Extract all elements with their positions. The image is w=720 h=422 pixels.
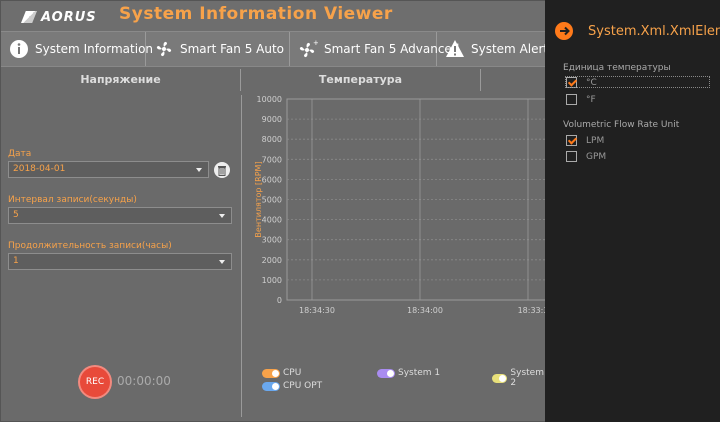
y-tick-label: 5000 xyxy=(262,196,282,205)
fan-icon xyxy=(154,39,174,59)
tab-smart-fan-auto[interactable]: Smart Fan 5 Auto xyxy=(146,32,290,66)
aorus-logo: AORUS xyxy=(21,9,107,25)
interval-select[interactable]: 5 xyxy=(8,207,232,224)
y-tick-label: 4000 xyxy=(262,216,282,225)
toggle-icon[interactable] xyxy=(262,381,280,391)
aorus-eagle-icon xyxy=(21,11,37,23)
back-arrow-icon[interactable] xyxy=(555,22,573,40)
flow-option-gpm[interactable]: GPM xyxy=(566,151,606,162)
flyout-title: System.Xml.XmlElem xyxy=(588,24,720,39)
interval-value: 5 xyxy=(13,210,19,220)
toggle-icon[interactable] xyxy=(492,373,508,383)
tab-label: Smart Fan 5 Auto xyxy=(180,42,284,56)
interval-label: Интервал записи(секунды) xyxy=(8,195,137,205)
voltage-header[interactable]: Напряжение xyxy=(1,69,241,91)
option-label: °F xyxy=(586,94,596,105)
toggle-icon[interactable] xyxy=(262,368,280,378)
flow-unit-label: Volumetric Flow Rate Unit xyxy=(563,120,680,130)
y-tick-label: 1000 xyxy=(262,276,282,285)
chevron-down-icon xyxy=(219,214,225,218)
x-tick-label: 18:34:30 xyxy=(299,306,335,315)
duration-label: Продолжительность записи(часы) xyxy=(8,241,172,251)
temp-option-fahrenheit[interactable]: °F xyxy=(566,94,596,105)
option-label: GPM xyxy=(586,151,607,162)
svg-text:+: + xyxy=(313,39,318,47)
record-timer: 00:00:00 xyxy=(117,374,171,388)
checkbox[interactable] xyxy=(566,151,577,162)
date-picker[interactable]: 2018-04-01 xyxy=(8,161,209,178)
checkbox[interactable] xyxy=(566,135,577,146)
date-value: 2018-04-01 xyxy=(13,164,66,174)
legend-cpu[interactable]: CPU xyxy=(262,368,301,378)
legend-label: CPU xyxy=(283,368,302,378)
date-label: Дата xyxy=(8,149,32,159)
y-tick-label: 2000 xyxy=(262,256,282,265)
y-axis-label: Вентилятор [RPM] xyxy=(254,161,263,237)
fan-chart: 10000 9000 8000 7000 6000 5000 4000 3000 2000 100… xyxy=(242,95,548,417)
tab-system-alert[interactable]: System Alert xyxy=(437,32,549,66)
main-tabs: System Information Smart Fan 5 Auto + Sm… xyxy=(1,31,549,67)
flow-option-lpm[interactable]: LPM xyxy=(566,135,604,146)
legend-system-2[interactable]: System 2 xyxy=(492,368,547,388)
option-label: LPM xyxy=(586,135,605,146)
y-tick-label: 9000 xyxy=(262,115,282,124)
y-tick-label: 7000 xyxy=(262,155,282,164)
temperature-header[interactable]: Температура xyxy=(241,69,481,91)
tab-smart-fan-advanced[interactable]: + Smart Fan 5 Advanced xyxy=(290,32,459,66)
checkbox[interactable] xyxy=(566,94,577,105)
section-headers: Напряжение Температура xyxy=(1,69,546,91)
legend-label: System 1 xyxy=(398,368,441,378)
temp-unit-label: Единица температуры xyxy=(563,63,671,73)
settings-flyout: System.Xml.XmlElem Единица температуры °… xyxy=(545,0,720,422)
tab-label: System Alert xyxy=(471,42,549,56)
record-button[interactable]: REC xyxy=(80,367,110,397)
duration-value: 1 xyxy=(13,256,19,266)
y-tick-label: 0 xyxy=(277,296,282,305)
legend-system-1[interactable]: System 1 xyxy=(377,368,440,378)
tab-label: System Information xyxy=(35,42,154,56)
tab-system-information[interactable]: System Information xyxy=(1,32,153,66)
y-tick-label: 6000 xyxy=(262,175,282,184)
legend-label: System 2 xyxy=(510,368,544,388)
logo-text: AORUS xyxy=(41,9,97,25)
x-tick-label: 18:33:3 xyxy=(518,306,546,315)
focus-indicator xyxy=(565,76,710,88)
fan-chart-svg: 1000090008000700060005000400030002000100… xyxy=(254,95,548,315)
y-tick-label: 3000 xyxy=(262,236,282,245)
chevron-down-icon xyxy=(196,168,202,172)
fan-plus-icon: + xyxy=(298,39,318,59)
alert-icon xyxy=(445,39,465,59)
legend-label: CPU OPT xyxy=(283,381,323,391)
trash-icon[interactable] xyxy=(214,162,230,178)
info-icon xyxy=(9,39,29,59)
chevron-down-icon xyxy=(219,260,225,264)
legend-cpu-opt[interactable]: CPU OPT xyxy=(262,381,322,391)
app-title: System Information Viewer xyxy=(119,4,393,24)
x-tick-label: 18:34:00 xyxy=(407,306,443,315)
y-tick-label: 8000 xyxy=(262,135,282,144)
y-tick-label: 10000 xyxy=(257,95,282,104)
toggle-icon[interactable] xyxy=(377,368,395,378)
duration-select[interactable]: 1 xyxy=(8,253,232,270)
